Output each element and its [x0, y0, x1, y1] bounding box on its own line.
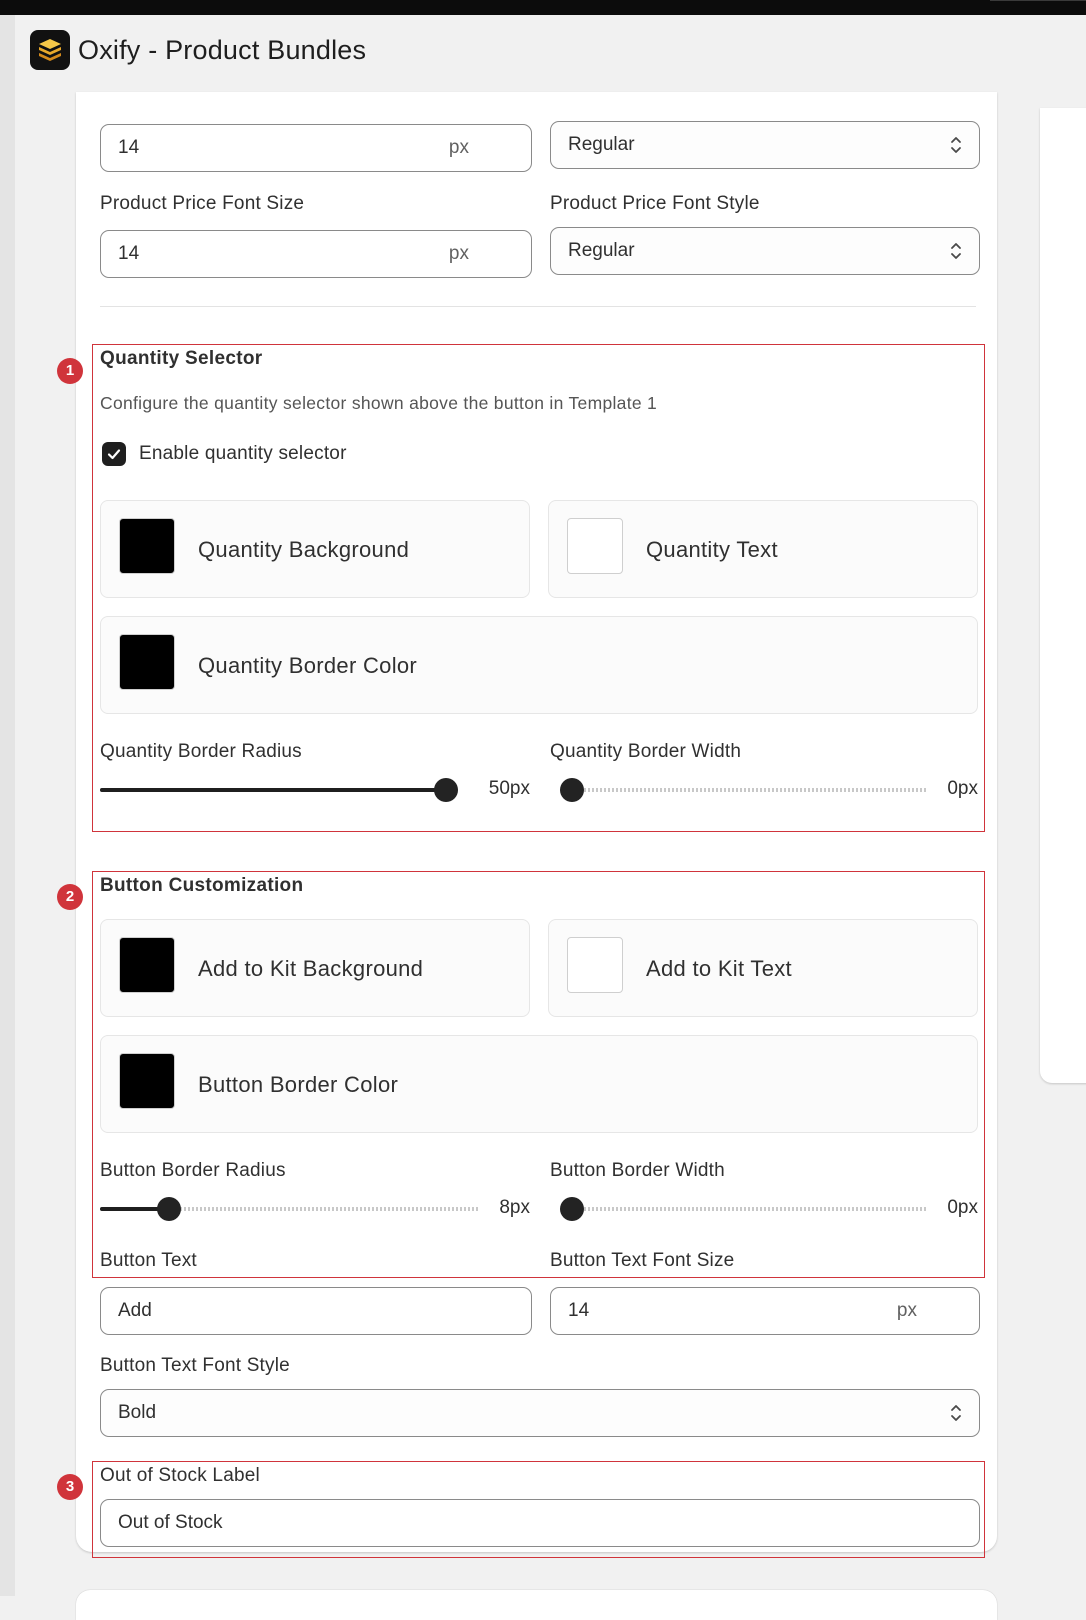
button-customization-heading: Button Customization — [100, 875, 304, 896]
checkmark-icon — [107, 449, 121, 460]
quantity-border-radius-label: Quantity Border Radius — [100, 741, 302, 762]
browser-top-bar — [0, 0, 1086, 15]
button-border-radius-value: 8px — [499, 1197, 530, 1218]
button-text-font-size-input[interactable]: 14 px — [550, 1287, 980, 1335]
out-of-stock-label: Out of Stock Label — [100, 1465, 260, 1486]
app-title: Oxify - Product Bundles — [78, 35, 367, 65]
button-border-radius-label: Button Border Radius — [100, 1160, 286, 1181]
select-chevron-icon — [951, 1405, 961, 1421]
out-of-stock-input[interactable]: Out of Stock — [100, 1499, 980, 1547]
add-to-kit-text-color-picker[interactable]: Add to Kit Text — [548, 919, 978, 1017]
quantity-border-width-slider[interactable] — [560, 778, 928, 802]
select-chevron-icon — [951, 137, 961, 153]
enable-quantity-label[interactable]: Enable quantity selector — [139, 443, 347, 465]
annotation-badge-1: 1 — [57, 358, 83, 384]
slider-thumb[interactable] — [560, 1197, 584, 1221]
app-logo-icon — [30, 30, 70, 70]
price-font-size-input[interactable]: 14 px — [100, 230, 532, 278]
price-font-style-select[interactable]: Regular — [550, 227, 980, 275]
button-border-width-label: Button Border Width — [550, 1160, 725, 1181]
admin-side-strip — [0, 15, 15, 1596]
enable-quantity-checkbox[interactable] — [102, 442, 126, 466]
color-swatch[interactable] — [567, 937, 623, 993]
button-text-input[interactable]: Add — [100, 1287, 532, 1335]
button-border-width-slider[interactable] — [560, 1197, 928, 1221]
slider-thumb[interactable] — [560, 778, 584, 802]
quantity-selector-help: Configure the quantity selector shown ab… — [100, 393, 658, 413]
button-border-width-value: 0px — [947, 1197, 978, 1218]
font-size-input[interactable]: 14 px — [100, 124, 532, 172]
button-border-radius-slider[interactable] — [100, 1197, 480, 1221]
quantity-border-width-label: Quantity Border Width — [550, 741, 742, 762]
side-preview-panel — [1040, 108, 1086, 1083]
quantity-selector-heading: Quantity Selector — [100, 348, 263, 369]
button-text-font-style-select[interactable]: Bold — [100, 1389, 980, 1437]
quantity-text-color-picker[interactable]: Quantity Text — [548, 500, 978, 598]
quantity-background-color-picker[interactable]: Quantity Background — [100, 500, 530, 598]
color-swatch[interactable] — [119, 518, 175, 574]
color-swatch[interactable] — [119, 1053, 175, 1109]
next-card — [76, 1590, 997, 1620]
section-divider — [100, 306, 976, 307]
annotation-badge-2: 2 — [57, 884, 83, 910]
add-to-kit-background-color-picker[interactable]: Add to Kit Background — [100, 919, 530, 1017]
select-chevron-icon — [951, 243, 961, 259]
color-swatch[interactable] — [119, 937, 175, 993]
quantity-border-color-picker[interactable]: Quantity Border Color — [100, 616, 978, 714]
color-swatch[interactable] — [119, 634, 175, 690]
button-border-color-picker[interactable]: Button Border Color — [100, 1035, 978, 1133]
color-swatch[interactable] — [567, 518, 623, 574]
slider-thumb[interactable] — [156, 1197, 181, 1221]
font-style-select[interactable]: Regular — [550, 121, 980, 169]
button-text-label: Button Text — [100, 1250, 197, 1271]
quantity-border-radius-value: 50px — [488, 778, 530, 799]
price-font-size-label: Product Price Font Size — [100, 193, 305, 214]
button-text-font-size-label: Button Text Font Size — [550, 1250, 735, 1271]
slider-thumb[interactable] — [434, 778, 458, 802]
quantity-border-radius-slider[interactable] — [100, 778, 458, 802]
annotation-badge-3: 3 — [57, 1474, 83, 1500]
price-font-style-label: Product Price Font Style — [550, 193, 760, 214]
quantity-border-width-value: 0px — [947, 778, 978, 799]
button-text-font-style-label: Button Text Font Style — [100, 1355, 290, 1376]
